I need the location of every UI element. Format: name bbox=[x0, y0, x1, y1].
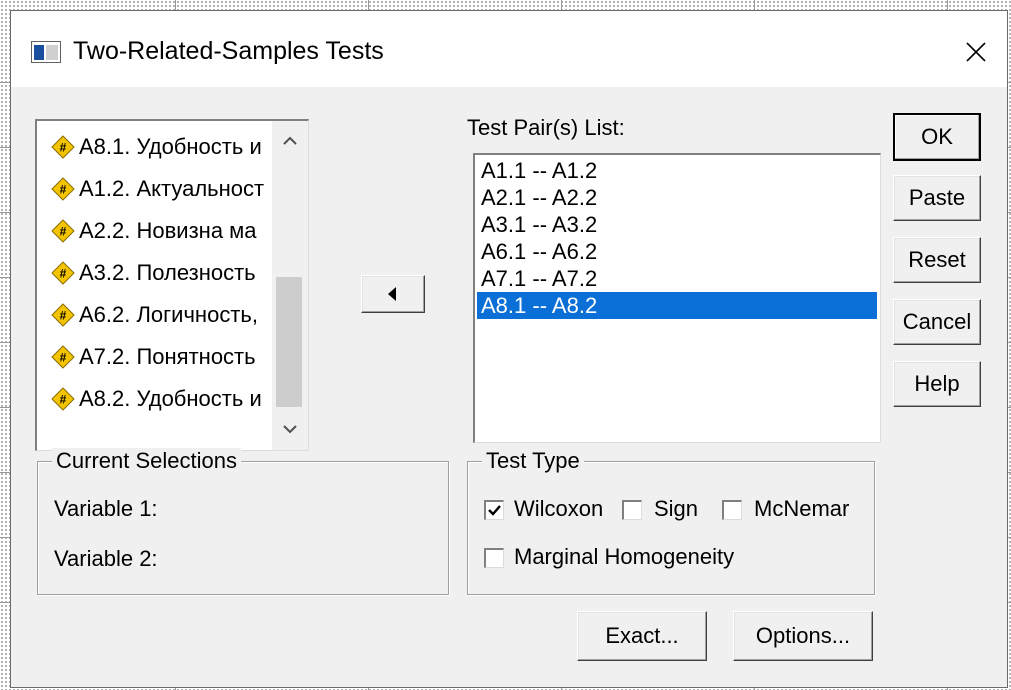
source-variable-item[interactable]: # A6.2. Логичность, bbox=[51, 295, 271, 335]
reset-button[interactable]: Reset bbox=[893, 237, 981, 283]
svg-text:#: # bbox=[60, 141, 67, 155]
test-pair-item[interactable]: A6.1 -- A6.2 bbox=[477, 238, 877, 265]
test-type-group: Test Type Wilcoxon Sign McNemar Marginal… bbox=[467, 448, 875, 595]
scroll-thumb[interactable] bbox=[276, 277, 302, 407]
current-selections-title: Current Selections bbox=[52, 448, 241, 474]
source-variable-label: A3.2. Полезность bbox=[79, 260, 256, 285]
current-selections-group: Current Selections Variable 1: Variable … bbox=[37, 448, 449, 595]
variable-2-label: Variable 2: bbox=[54, 546, 158, 571]
source-variable-label: A8.2. Удобность и bbox=[79, 386, 262, 411]
test-pair-item[interactable]: A8.1 -- A8.2 bbox=[477, 292, 877, 319]
source-variable-label: A2.2. Новизна ма bbox=[79, 218, 257, 243]
title-bar: Two-Related-Samples Tests bbox=[11, 11, 1007, 87]
source-variable-label: A6.2. Логичность, bbox=[79, 302, 258, 327]
checkmark-icon bbox=[488, 505, 501, 516]
scroll-up-icon[interactable] bbox=[280, 131, 300, 151]
svg-text:#: # bbox=[60, 225, 67, 239]
exact-button[interactable]: Exact... bbox=[577, 611, 707, 661]
scale-variable-icon: # bbox=[51, 219, 75, 243]
test-pair-item[interactable]: A2.1 -- A2.2 bbox=[477, 184, 877, 211]
svg-text:#: # bbox=[60, 267, 67, 281]
source-variable-list[interactable]: # A8.1. Удобность и # A1.2. Актуальност # A2.… bbox=[35, 119, 309, 451]
paste-button[interactable]: Paste bbox=[893, 175, 981, 221]
help-button[interactable]: Help bbox=[893, 361, 981, 407]
scale-variable-icon: # bbox=[51, 345, 75, 369]
two-related-samples-dialog: Two-Related-Samples Tests # A8.1. Удобнос… bbox=[10, 10, 1008, 688]
close-icon bbox=[966, 42, 986, 62]
svg-text:#: # bbox=[60, 393, 67, 407]
svg-text:#: # bbox=[60, 183, 67, 197]
mcnemar-label[interactable]: McNemar bbox=[754, 496, 849, 522]
test-pair-list[interactable]: A1.1 -- A1.2 A2.1 -- A2.2 A3.1 -- A3.2 A6.1… bbox=[473, 153, 881, 443]
move-variable-button[interactable] bbox=[361, 275, 425, 313]
test-pair-item[interactable]: A7.1 -- A7.2 bbox=[477, 265, 877, 292]
source-list-scrollbar[interactable] bbox=[272, 121, 308, 450]
wilcoxon-label[interactable]: Wilcoxon bbox=[514, 496, 603, 522]
options-button[interactable]: Options... bbox=[733, 611, 873, 661]
marginal-homogeneity-checkbox[interactable] bbox=[484, 548, 504, 568]
test-pair-item[interactable]: A3.1 -- A3.2 bbox=[477, 211, 877, 238]
source-variable-label: A7.2. Понятность bbox=[79, 344, 256, 369]
source-variable-item[interactable]: # A3.2. Полезность bbox=[51, 253, 271, 293]
ok-button[interactable]: OK bbox=[893, 113, 981, 161]
marginal-homogeneity-label[interactable]: Marginal Homogeneity bbox=[514, 544, 734, 570]
svg-text:#: # bbox=[60, 351, 67, 365]
sign-checkbox[interactable] bbox=[622, 500, 642, 520]
scale-variable-icon: # bbox=[51, 387, 75, 411]
test-type-title: Test Type bbox=[482, 448, 584, 474]
source-variable-item[interactable]: # A8.2. Удобность и bbox=[51, 379, 271, 419]
scale-variable-icon: # bbox=[51, 261, 75, 285]
source-variable-item[interactable]: # A7.2. Понятность bbox=[51, 337, 271, 377]
scroll-down-icon[interactable] bbox=[280, 419, 300, 439]
arrow-left-icon bbox=[388, 287, 396, 301]
scale-variable-icon: # bbox=[51, 303, 75, 327]
svg-text:#: # bbox=[60, 309, 67, 323]
close-button[interactable] bbox=[959, 35, 993, 69]
source-variable-item[interactable]: # A8.1. Удобность и bbox=[51, 127, 271, 167]
scale-variable-icon: # bbox=[51, 177, 75, 201]
source-variable-label: A1.2. Актуальност bbox=[79, 176, 265, 201]
window-title: Two-Related-Samples Tests bbox=[73, 37, 384, 65]
source-variable-item[interactable]: # A2.2. Новизна ма bbox=[51, 211, 271, 251]
test-pair-list-label: Test Pair(s) List: bbox=[467, 115, 625, 140]
cancel-button[interactable]: Cancel bbox=[893, 299, 981, 345]
variable-1-label: Variable 1: bbox=[54, 496, 158, 521]
sign-label[interactable]: Sign bbox=[654, 496, 698, 522]
source-variable-item[interactable]: # A1.2. Актуальност bbox=[51, 169, 271, 209]
wilcoxon-checkbox[interactable] bbox=[484, 500, 504, 520]
app-icon bbox=[31, 41, 61, 63]
scale-variable-icon: # bbox=[51, 135, 75, 159]
source-variable-label: A8.1. Удобность и bbox=[79, 134, 262, 159]
mcnemar-checkbox[interactable] bbox=[722, 500, 742, 520]
test-pair-item[interactable]: A1.1 -- A1.2 bbox=[477, 157, 877, 184]
